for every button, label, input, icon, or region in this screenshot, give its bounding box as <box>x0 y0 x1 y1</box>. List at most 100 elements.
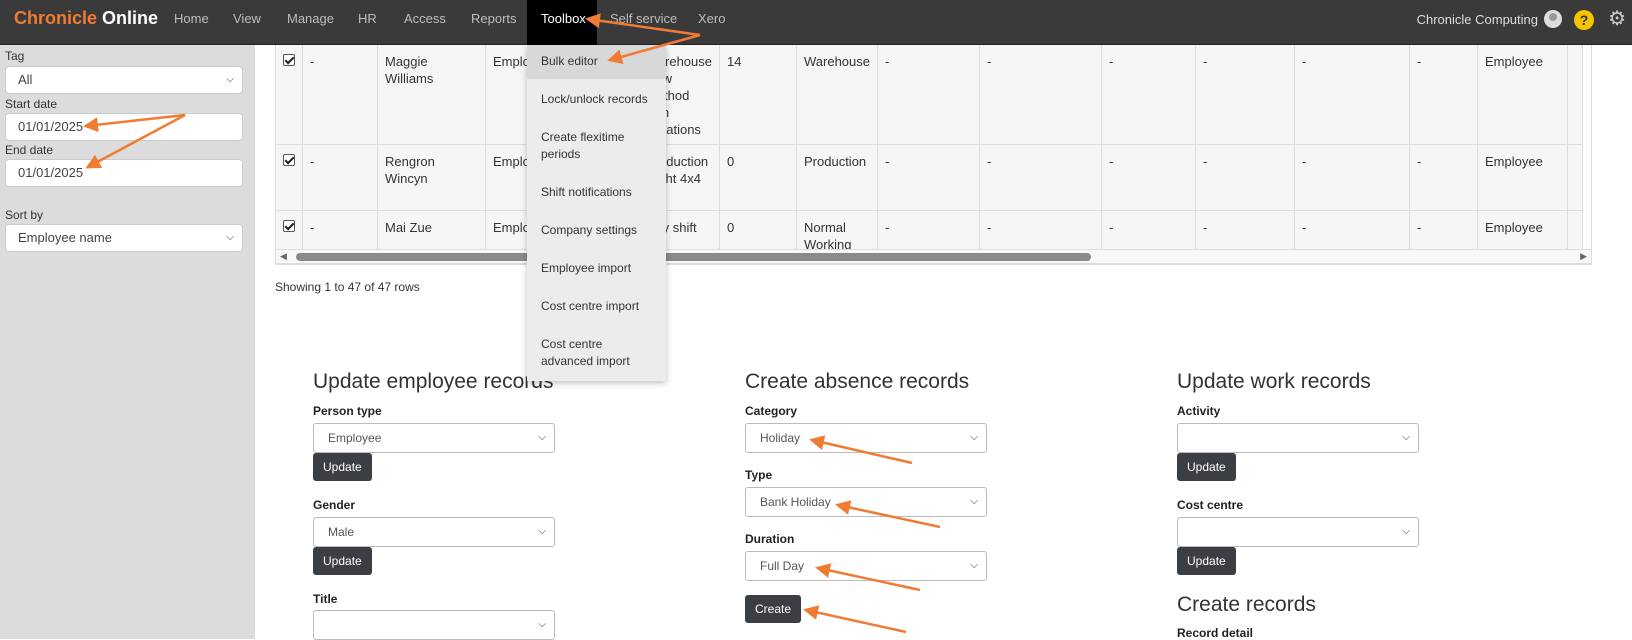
activity-label: Activity <box>1177 404 1221 418</box>
person-type-value: Employee <box>328 431 382 445</box>
cost-centre-select[interactable]: ⌵ <box>1177 517 1419 547</box>
table-row[interactable]: -Rengron WincynEmployProduction Night 4x… <box>276 144 1583 211</box>
table-cell: 0 <box>719 144 797 211</box>
menu-item-lock-unlock-records[interactable]: Lock/unlock records <box>527 91 666 108</box>
nav-self-service[interactable]: Self service <box>597 0 690 45</box>
table-cell: - <box>302 45 378 145</box>
menu-item-shift-notifications[interactable]: Shift notifications <box>527 184 666 201</box>
table-cell: - <box>877 45 980 145</box>
row-checkbox[interactable] <box>283 220 295 232</box>
table-cell: Warehouse <box>796 45 878 145</box>
duration-select[interactable]: Full Day ⌵ <box>745 551 987 581</box>
update-cost-centre-button[interactable]: Update <box>1177 547 1236 575</box>
filter-sidebar: Tag All ⌵ Start date 01/01/2025 End date… <box>0 45 255 639</box>
table-cell: - <box>302 144 378 211</box>
update-person-type-button[interactable]: Update <box>313 453 372 481</box>
menu-item-cost-centre-advanced-import[interactable]: Cost centre advanced import <box>527 336 647 370</box>
table-cell: - <box>1409 45 1478 145</box>
table-cell: Rengron Wincyn <box>377 144 486 211</box>
table-cell: - <box>1101 45 1196 145</box>
avatar <box>1544 10 1562 28</box>
table-cell: - <box>1409 144 1478 211</box>
start-date-label: Start date <box>5 97 58 111</box>
category-select[interactable]: Holiday ⌵ <box>745 423 987 453</box>
table-cell: Employee <box>1477 45 1568 145</box>
tag-label: Tag <box>5 49 25 63</box>
menu-item-create-flexitime-periods[interactable]: Create flexitime periods <box>527 129 647 163</box>
table-cell: - <box>1101 144 1196 211</box>
table-cell: - <box>1195 144 1295 211</box>
nav-reports[interactable]: Reports <box>458 0 530 45</box>
menu-item-bulk-editor[interactable]: Bulk editor <box>527 45 666 79</box>
menu-item-company-settings[interactable]: Company settings <box>527 222 666 239</box>
table-horizontal-scrollbar[interactable]: ◀ ▶ <box>275 249 1592 264</box>
chevron-down-icon: ⌵ <box>226 74 234 85</box>
chevron-down-icon: ⌵ <box>1402 526 1410 537</box>
create-absence-button[interactable]: Create <box>745 595 802 623</box>
type-select[interactable]: Bank Holiday ⌵ <box>745 487 987 517</box>
nav-xero[interactable]: Xero <box>685 0 738 45</box>
table-cell: Maggie Williams <box>377 45 486 145</box>
nav-view[interactable]: View <box>220 0 274 45</box>
gender-select[interactable]: Male ⌵ <box>313 517 555 547</box>
end-date-label: End date <box>5 143 54 157</box>
gender-value: Male <box>328 525 355 539</box>
table-cell: - <box>1195 45 1295 145</box>
sort-by-select[interactable]: Employee name ⌵ <box>5 224 243 252</box>
nav-toolbox[interactable]: Toolbox <box>527 0 597 45</box>
gear-icon[interactable]: ⚙ <box>1608 8 1626 30</box>
help-icon[interactable]: ? <box>1574 10 1594 30</box>
table-cell <box>1567 144 1583 211</box>
chevron-down-icon: ⌵ <box>538 432 546 443</box>
row-checkbox[interactable] <box>283 154 295 166</box>
chevron-down-icon: ⌵ <box>970 496 978 507</box>
table-cell: - <box>979 144 1102 211</box>
update-employee-heading: Update employee records <box>313 370 554 393</box>
table-cell: - <box>979 45 1102 145</box>
nav-access[interactable]: Access <box>391 0 459 45</box>
scrollbar-thumb[interactable] <box>296 253 1091 261</box>
user-name: Chronicle Computing <box>1416 11 1538 27</box>
start-date-input[interactable]: 01/01/2025 <box>5 113 243 141</box>
scroll-right-icon[interactable]: ▶ <box>1580 251 1587 262</box>
nav-home[interactable]: Home <box>161 0 222 45</box>
update-activity-button[interactable]: Update <box>1177 453 1236 481</box>
type-value: Bank Holiday <box>760 495 831 509</box>
person-type-select[interactable]: Employee ⌵ <box>313 423 555 453</box>
top-nav: Chronicle Online Home View Manage HR Acc… <box>0 0 1632 45</box>
tag-select[interactable]: All ⌵ <box>5 66 243 94</box>
table-cell: - <box>877 144 980 211</box>
nav-hr[interactable]: HR <box>345 0 390 45</box>
table-cell: Employee <box>1477 144 1568 211</box>
row-select-cell <box>276 144 303 211</box>
create-records-heading: Create records <box>1177 593 1316 616</box>
pagination-info: Showing 1 to 47 of 47 rows <box>275 280 420 294</box>
update-gender-button[interactable]: Update <box>313 547 372 575</box>
table-cell: - <box>1294 144 1410 211</box>
gender-label: Gender <box>313 498 356 512</box>
activity-select[interactable]: ⌵ <box>1177 423 1419 453</box>
table-row[interactable]: -Maggie WilliamsEmployWarehouse New Meth… <box>276 45 1583 145</box>
chevron-down-icon: ⌵ <box>538 619 546 630</box>
brand-logo[interactable]: Chronicle Online <box>14 8 158 29</box>
table-cell: Production <box>796 144 878 211</box>
category-value: Holiday <box>760 431 801 445</box>
table-cell <box>1567 45 1583 145</box>
row-checkbox[interactable] <box>283 54 295 66</box>
scroll-left-icon[interactable]: ◀ <box>280 251 287 262</box>
user-menu[interactable]: Chronicle Computing <box>1417 10 1562 28</box>
menu-item-employee-import[interactable]: Employee import <box>527 260 666 277</box>
menu-item-cost-centre-import[interactable]: Cost centre import <box>527 298 666 315</box>
update-work-heading: Update work records <box>1177 370 1371 393</box>
nav-manage[interactable]: Manage <box>274 0 347 45</box>
duration-value: Full Day <box>760 559 805 573</box>
category-label: Category <box>745 404 798 418</box>
cost-centre-label: Cost centre <box>1177 498 1244 512</box>
chevron-down-icon: ⌵ <box>1402 432 1410 443</box>
title-select[interactable]: ⌵ <box>313 610 555 640</box>
title-label: Title <box>313 592 338 606</box>
brand-name-online: Online <box>97 8 159 28</box>
toolbox-dropdown-menu: Bulk editor Lock/unlock records Create f… <box>527 45 666 381</box>
end-date-input[interactable]: 01/01/2025 <box>5 159 243 187</box>
sort-by-value: Employee name <box>18 230 112 245</box>
